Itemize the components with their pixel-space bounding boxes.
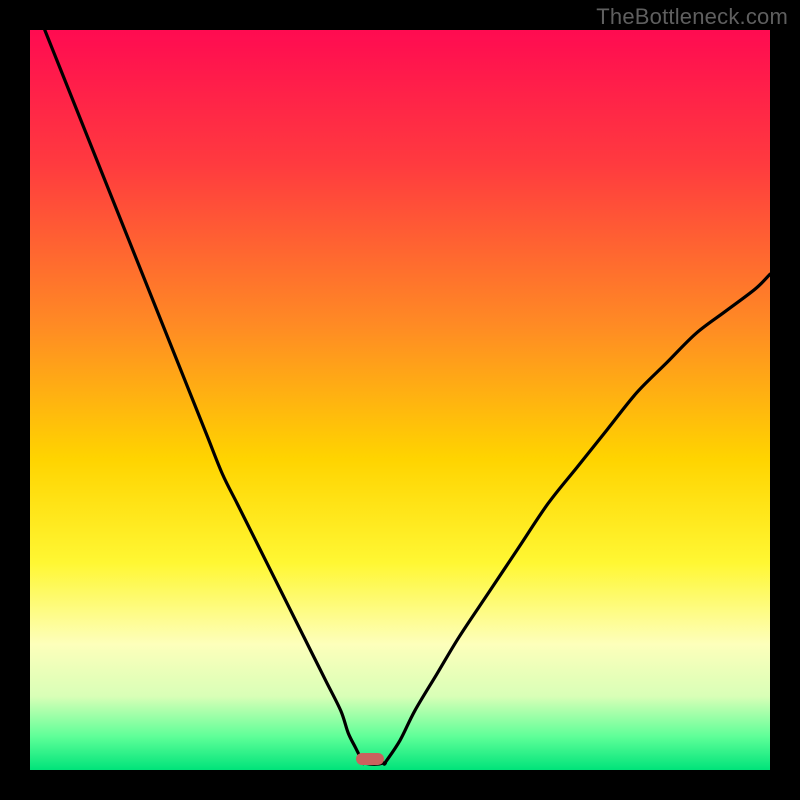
watermark-text: TheBottleneck.com bbox=[596, 4, 788, 30]
optimal-marker bbox=[356, 753, 384, 765]
chart-root: TheBottleneck.com bbox=[0, 0, 800, 800]
plot-area bbox=[30, 30, 770, 770]
bottleneck-curve bbox=[30, 30, 770, 770]
